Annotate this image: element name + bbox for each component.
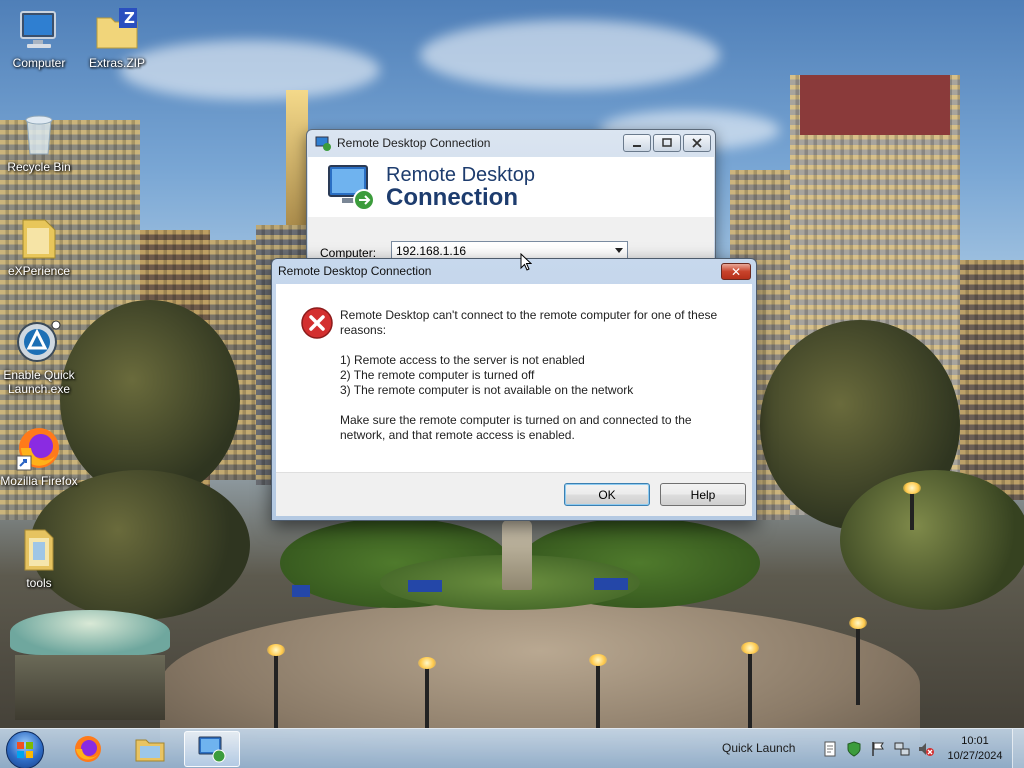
help-button[interactable]: Help <box>660 483 746 506</box>
building-red-top <box>800 75 950 135</box>
error-message: Remote Desktop can't connect to the remo… <box>340 308 730 443</box>
desktop-icon-label: Enable Quick Launch.exe <box>3 368 75 396</box>
close-icon: ✕ <box>730 264 742 279</box>
explorer-icon <box>135 739 165 762</box>
taskbar-explorer[interactable] <box>124 731 176 767</box>
dialog-close-button[interactable]: ✕ <box>721 263 751 280</box>
remote-desktop-icon <box>198 736 226 763</box>
bench <box>594 578 628 590</box>
start-button[interactable] <box>6 731 44 768</box>
street-lamp <box>267 644 285 728</box>
mouse-cursor-icon <box>520 253 532 271</box>
chevron-down-icon[interactable] <box>615 248 623 253</box>
dialog-footer: OK Help <box>276 472 752 516</box>
folder-icon <box>15 214 63 262</box>
taskbar-firefox[interactable] <box>62 731 114 767</box>
remote-desktop-icon <box>315 136 331 151</box>
window-title: Remote Desktop Connection <box>337 136 491 150</box>
desktop-icon-label: eXPerience <box>7 264 71 278</box>
rdc-banner: Remote Desktop Connection <box>308 157 714 217</box>
reason-item: 2) The remote computer is turned off <box>340 368 535 382</box>
desktop-icon-label: Mozilla Firefox <box>0 474 78 488</box>
street-lamp <box>589 654 607 728</box>
maximize-icon <box>662 138 672 147</box>
street-lamp <box>741 642 759 728</box>
banner-line1: Remote Desktop <box>386 164 535 186</box>
desktop-icon-tools[interactable]: tools <box>0 526 78 590</box>
desktop-icon-enable-quick-launch[interactable]: Enable Quick Launch.exe <box>0 318 78 396</box>
firefox-icon <box>75 736 101 762</box>
cloud <box>420 20 720 90</box>
bench <box>408 580 442 592</box>
desktop-icon-label: Recycle Bin <box>7 160 71 174</box>
flag-icon[interactable] <box>870 741 886 757</box>
dialog-body: Remote Desktop can't connect to the remo… <box>276 284 752 472</box>
gazebo-roof <box>10 610 170 655</box>
error-icon <box>301 307 333 339</box>
gazebo-base <box>15 655 165 720</box>
close-button[interactable] <box>683 134 711 152</box>
clock-time: 10:01 <box>961 735 989 747</box>
desktop-icon-computer[interactable]: Computer <box>0 6 78 70</box>
recycle-bin-icon <box>15 110 63 158</box>
computer-icon <box>15 6 63 54</box>
document-icon[interactable] <box>822 741 838 757</box>
desktop-icon-extras-zip[interactable]: Z Extras.ZIP <box>78 6 156 70</box>
zip-folder-icon: Z <box>93 6 141 54</box>
remote-desktop-window[interactable]: Remote Desktop Connection Remote Desktop… <box>306 129 716 279</box>
minimize-icon <box>633 145 641 147</box>
desktop-icon-label: Computer <box>12 56 66 70</box>
desktop-icon-mozilla-firefox[interactable]: Mozilla Firefox <box>0 424 78 488</box>
street-lamp <box>849 617 867 705</box>
quick-launch-toolbar[interactable]: Quick Launch <box>722 741 795 755</box>
system-clock[interactable]: 10:01 10/27/2024 <box>944 734 1006 764</box>
window-controls <box>623 134 711 152</box>
statue <box>502 520 532 590</box>
desktop-icon-label: Extras.ZIP <box>88 56 145 70</box>
network-icon[interactable] <box>894 741 910 757</box>
volume-muted-icon[interactable] <box>918 741 934 757</box>
dialog-title: Remote Desktop Connection <box>278 264 432 278</box>
desktop-icon-recycle-bin[interactable]: Recycle Bin <box>0 110 78 174</box>
street-lamp <box>418 657 436 728</box>
folder-icon <box>15 526 63 574</box>
spire-tower <box>286 90 308 230</box>
street-lamp <box>903 482 921 530</box>
desktop-icon-label: tools <box>26 576 52 590</box>
show-desktop-button[interactable] <box>1012 729 1024 768</box>
zip-letter: Z <box>124 9 135 27</box>
maximize-button[interactable] <box>653 134 681 152</box>
error-dialog[interactable]: Remote Desktop Connection ✕ Remote Deskt… <box>271 258 757 521</box>
desktop-icon-experience[interactable]: eXPerience <box>0 214 78 278</box>
error-intro: Remote Desktop can't connect to the remo… <box>340 308 718 337</box>
error-advice: Make sure the remote computer is turned … <box>340 413 692 442</box>
tree <box>840 470 1024 610</box>
clock-date: 10/27/2024 <box>947 750 1003 762</box>
reason-item: 1) Remote access to the server is not en… <box>340 353 585 367</box>
firefox-icon <box>15 424 63 472</box>
remote-desktop-icon <box>328 165 375 211</box>
close-icon <box>692 138 702 148</box>
shield-icon[interactable] <box>846 741 862 757</box>
ok-button[interactable]: OK <box>564 483 650 506</box>
cloud <box>120 40 380 100</box>
gazebo <box>0 610 185 720</box>
quick-launch-app-icon <box>15 318 63 366</box>
minimize-button[interactable] <box>623 134 651 152</box>
banner-line2: Connection <box>386 184 518 211</box>
computer-value: 192.168.1.16 <box>396 244 467 258</box>
taskbar: Quick Launch 10:01 10/27/2024 <box>0 728 1024 768</box>
banner-text: Remote Desktop Connection <box>386 164 535 210</box>
dialog-titlebar[interactable]: Remote Desktop Connection <box>272 259 756 283</box>
windows-logo-icon <box>17 742 33 758</box>
reason-item: 3) The remote computer is not available … <box>340 383 634 397</box>
building <box>960 260 1024 500</box>
bench <box>292 585 310 597</box>
taskbar-remote-desktop[interactable] <box>184 731 240 767</box>
